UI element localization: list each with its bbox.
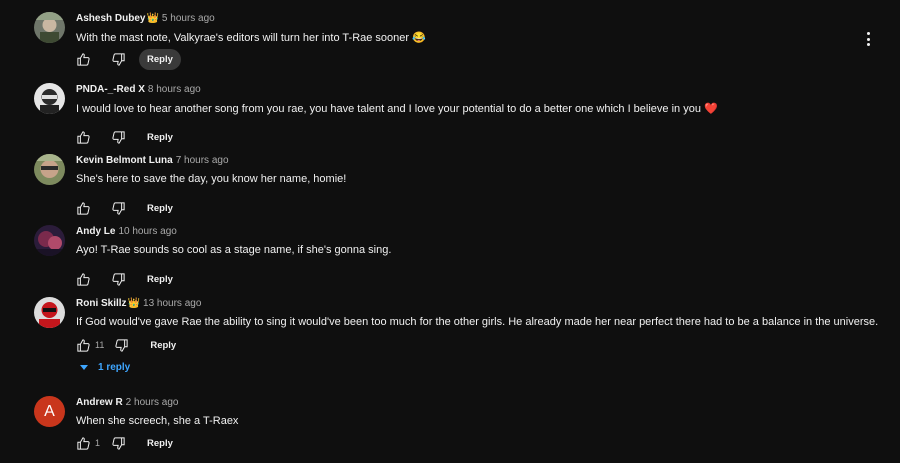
- dislike-button[interactable]: [109, 270, 127, 288]
- replies-count-label: 1 reply: [98, 362, 131, 373]
- comment-time[interactable]: 13 hours ago: [143, 298, 201, 309]
- avatar[interactable]: [34, 225, 65, 256]
- member-badge: 👑: [127, 298, 141, 309]
- avatar[interactable]: [34, 83, 65, 114]
- thumbs-down-icon: [111, 201, 125, 215]
- reply-button[interactable]: Reply: [139, 127, 181, 148]
- thumbs-up-icon: [76, 338, 90, 352]
- comment-text: With the mast note, Valkyrae's editors w…: [76, 32, 426, 44]
- thumbs-up-icon: [76, 201, 90, 215]
- reply-button[interactable]: Reply: [139, 198, 181, 219]
- like-count: 11: [95, 340, 105, 350]
- dislike-button[interactable]: [109, 50, 127, 68]
- comment-header: Ashesh Dubey👑 5 hours ago: [76, 13, 215, 24]
- author-name[interactable]: PNDA-_-Red X: [76, 84, 145, 95]
- thumbs-down-icon: [111, 436, 125, 450]
- comment-text: She's here to save the day, you know her…: [76, 173, 347, 185]
- thumbs-up-icon: [76, 52, 90, 66]
- avatar[interactable]: [34, 154, 65, 185]
- like-button[interactable]: [74, 128, 92, 146]
- thumbs-down-icon: [111, 272, 125, 286]
- comment-time[interactable]: 2 hours ago: [126, 397, 179, 408]
- author-name[interactable]: Kevin Belmont Luna: [76, 155, 173, 166]
- view-replies-button[interactable]: 1 reply: [80, 362, 130, 373]
- comment-actions: Reply: [74, 268, 181, 290]
- comment-actions: Reply: [74, 197, 181, 219]
- comment-header: Roni Skillz👑 13 hours ago: [76, 298, 201, 309]
- comment-actions: Reply: [74, 48, 181, 70]
- reply-button[interactable]: Reply: [139, 269, 181, 290]
- chevron-down-icon: [80, 365, 88, 370]
- thumbs-down-icon: [111, 52, 125, 66]
- comment-text: If God would've gave Rae the ability to …: [76, 316, 879, 328]
- avatar[interactable]: [34, 12, 65, 43]
- comment-header: PNDA-_-Red X8 hours ago: [76, 84, 201, 95]
- thumbs-down-icon: [115, 338, 128, 352]
- thumbs-up-icon: [76, 130, 90, 144]
- comment-header: Andy Le 10 hours ago: [76, 226, 177, 237]
- avatar[interactable]: [34, 297, 65, 328]
- dislike-button[interactable]: [109, 434, 127, 452]
- author-name[interactable]: Andrew R: [76, 397, 123, 408]
- like-button[interactable]: [74, 50, 92, 68]
- dislike-button[interactable]: [109, 128, 127, 146]
- comment-actions: 11 Reply: [74, 334, 184, 356]
- avatar[interactable]: A: [34, 396, 65, 427]
- reply-button[interactable]: Reply: [142, 335, 184, 356]
- comment-text: When she screech, she a T-Raex: [76, 415, 239, 427]
- comment-time[interactable]: 10 hours ago: [118, 226, 176, 237]
- more-vert-icon[interactable]: [862, 32, 874, 46]
- like-button[interactable]: [74, 336, 92, 354]
- author-name[interactable]: Ashesh Dubey: [76, 13, 145, 24]
- comment-actions: 1 Reply: [74, 432, 181, 454]
- reply-button[interactable]: Reply: [139, 48, 181, 70]
- comment-header: Andrew R2 hours ago: [76, 397, 179, 408]
- comment-actions: Reply: [74, 126, 181, 148]
- comment-time[interactable]: 5 hours ago: [162, 13, 215, 24]
- comment-time[interactable]: 8 hours ago: [148, 84, 201, 95]
- comment-header: Kevin Belmont Luna 7 hours ago: [76, 155, 229, 166]
- author-name[interactable]: Andy Le: [76, 226, 115, 237]
- thumbs-up-icon: [76, 272, 90, 286]
- dislike-button[interactable]: [112, 336, 130, 354]
- dislike-button[interactable]: [109, 199, 127, 217]
- reply-button[interactable]: Reply: [139, 433, 181, 454]
- like-count: 1: [95, 438, 101, 448]
- member-badge: 👑: [146, 13, 159, 24]
- comment-text: Ayo! T-Rae sounds so cool as a stage nam…: [76, 244, 392, 256]
- like-button[interactable]: [74, 199, 92, 217]
- thumbs-up-icon: [76, 436, 90, 450]
- author-name[interactable]: Roni Skillz: [76, 298, 127, 309]
- comment-text: I would love to hear another song from y…: [76, 103, 718, 115]
- like-button[interactable]: [74, 434, 92, 452]
- comment-time[interactable]: 7 hours ago: [176, 155, 229, 166]
- like-button[interactable]: [74, 270, 92, 288]
- thumbs-down-icon: [111, 130, 125, 144]
